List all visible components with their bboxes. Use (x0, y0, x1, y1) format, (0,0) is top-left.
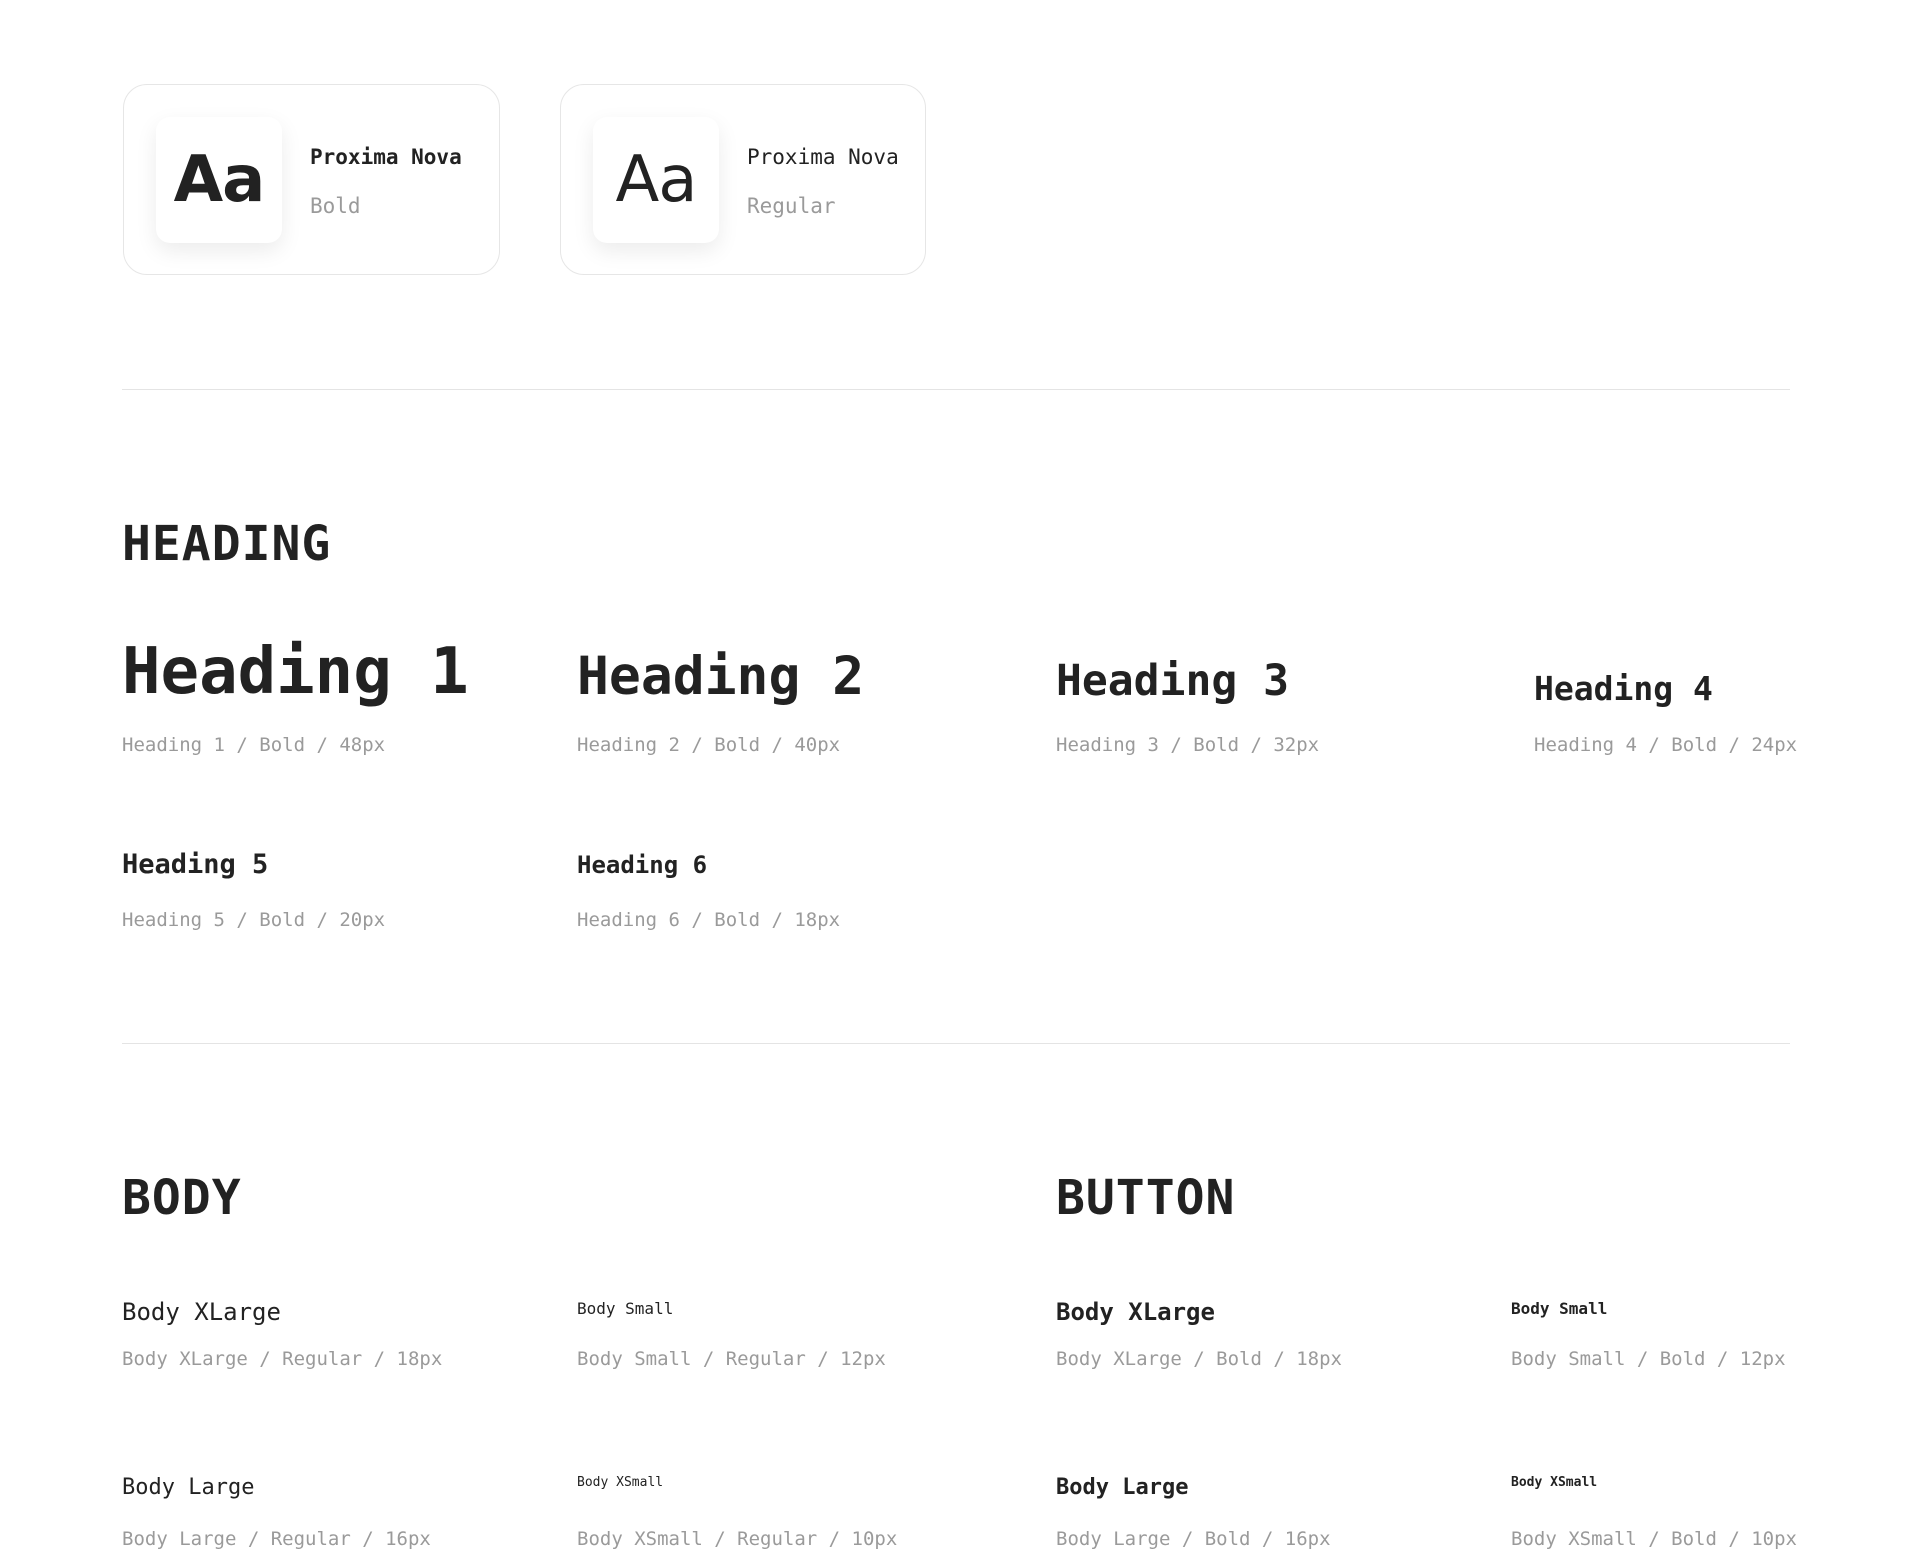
heading-6-sample: Heading 6 (577, 851, 708, 879)
font-card-bold: Aa Proxima Nova Bold (123, 84, 500, 275)
font-weight-label: Regular (747, 194, 836, 218)
font-preview-regular: Aa (593, 117, 719, 243)
body-xsmall-meta: Body XSmall / Regular / 10px (577, 1528, 898, 1550)
heading-section-title: HEADING (122, 516, 332, 572)
font-family-name: Proxima Nova (310, 145, 462, 169)
body-xlarge-sample: Body XLarge (122, 1298, 281, 1326)
body-xlarge-meta: Body XLarge / Regular / 18px (122, 1348, 443, 1370)
button-xlarge-meta: Body XLarge / Bold / 18px (1056, 1348, 1342, 1370)
heading-2-meta: Heading 2 / Bold / 40px (577, 734, 841, 756)
font-family-name: Proxima Nova (747, 145, 899, 169)
heading-4-meta: Heading 4 / Bold / 24px (1534, 734, 1798, 756)
body-xsmall-sample: Body XSmall (577, 1475, 664, 1490)
button-xsmall-sample: Body XSmall (1511, 1475, 1598, 1490)
heading-5-meta: Heading 5 / Bold / 20px (122, 909, 386, 931)
font-preview-bold: Aa (156, 117, 282, 243)
body-large-meta: Body Large / Regular / 16px (122, 1528, 431, 1550)
heading-6-meta: Heading 6 / Bold / 18px (577, 909, 841, 931)
button-section-title: BUTTON (1056, 1170, 1236, 1226)
heading-3-meta: Heading 3 / Bold / 32px (1056, 734, 1320, 756)
font-card-regular: Aa Proxima Nova Regular (560, 84, 926, 275)
heading-5-sample: Heading 5 (122, 849, 269, 880)
button-small-sample: Body Small (1511, 1299, 1608, 1318)
button-large-meta: Body Large / Bold / 16px (1056, 1528, 1331, 1550)
heading-3-sample: Heading 3 (1056, 656, 1289, 706)
button-xlarge-sample: Body XLarge (1056, 1298, 1215, 1326)
heading-1-meta: Heading 1 / Bold / 48px (122, 734, 386, 756)
section-divider (122, 389, 1790, 390)
body-small-meta: Body Small / Regular / 12px (577, 1348, 886, 1370)
body-section-title: BODY (122, 1170, 242, 1226)
body-small-sample: Body Small (577, 1299, 674, 1318)
section-divider (122, 1043, 1790, 1044)
heading-1-sample: Heading 1 (122, 635, 469, 709)
body-large-sample: Body Large (122, 1475, 255, 1500)
button-small-meta: Body Small / Bold / 12px (1511, 1348, 1786, 1370)
heading-2-sample: Heading 2 (577, 646, 865, 707)
button-xsmall-meta: Body XSmall / Bold / 10px (1511, 1528, 1797, 1550)
button-large-sample: Body Large (1056, 1475, 1189, 1500)
heading-4-sample: Heading 4 (1534, 669, 1713, 708)
font-weight-label: Bold (310, 194, 361, 218)
